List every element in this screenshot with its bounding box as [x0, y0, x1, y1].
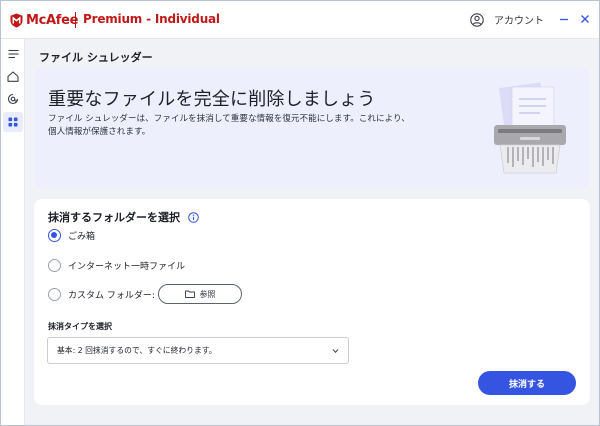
- home-icon: [7, 70, 19, 82]
- chevron-down-icon: [332, 349, 339, 354]
- option-temp-internet-files[interactable]: インターネット一時ファイル: [48, 259, 185, 272]
- mcafee-logo: McAfee: [10, 12, 79, 28]
- close-icon: [581, 15, 589, 23]
- option-temp-internet-files-label: インターネット一時ファイル: [68, 262, 186, 272]
- browse-button[interactable]: 参照: [158, 284, 242, 304]
- app-window: McAfee Premium - Individual アカウント ファイル シ…: [0, 0, 600, 426]
- sidebar-item-home[interactable]: [3, 66, 23, 86]
- hero-heading: 重要なファイルを完全に削除しましょう: [48, 89, 376, 110]
- folder-select-title: 抹消するフォルダーを選択: [48, 209, 199, 225]
- close-button[interactable]: [576, 10, 594, 28]
- folder-select-title-text: 抹消するフォルダーを選択: [48, 211, 180, 224]
- privacy-icon: [7, 93, 19, 105]
- apps-grid-icon: [8, 117, 18, 127]
- product-name: Premium - Individual: [83, 12, 220, 26]
- hero-banner: 重要なファイルを完全に削除しましょう ファイル シュレッダーは、ファイルを抹消し…: [34, 67, 590, 189]
- brand-name: McAfee: [26, 12, 79, 28]
- shield-logo-icon: [10, 13, 23, 27]
- shred-type-value: 基本: 2 回抹消するので、すぐに終わります。: [57, 346, 217, 355]
- minimize-button[interactable]: [555, 10, 573, 28]
- shred-type-label: 抹消タイプを選択: [48, 322, 112, 331]
- option-custom-folder[interactable]: カスタム フォルダー:: [48, 288, 155, 301]
- sidebar-item-privacy[interactable]: [3, 89, 23, 109]
- radio-custom-folder[interactable]: [48, 288, 61, 301]
- menu-icon: [8, 49, 18, 59]
- shred-button[interactable]: 抹消する: [478, 371, 576, 395]
- minimize-icon: [560, 18, 568, 21]
- shred-options-card: 抹消するフォルダーを選択 ごみ箱 インターネット一時ファイル カスタム フォルダ…: [34, 199, 590, 405]
- info-icon[interactable]: [188, 211, 199, 223]
- account-label: アカウント: [494, 16, 544, 27]
- folder-icon: [184, 290, 195, 298]
- sidebar-item-apps[interactable]: [3, 112, 23, 132]
- sidebar-item-menu[interactable]: [3, 44, 23, 64]
- title-bar: McAfee Premium - Individual アカウント: [1, 1, 599, 39]
- sidebar: [1, 39, 25, 425]
- page-title: ファイル シュレッダー: [39, 51, 153, 64]
- hero-description: ファイル シュレッダーは、ファイルを抹消して重要な情報を復元不能にします。これに…: [48, 114, 410, 137]
- radio-temp-internet-files[interactable]: [48, 259, 61, 272]
- radio-recycle-bin[interactable]: [48, 229, 61, 242]
- option-recycle-bin[interactable]: ごみ箱: [48, 229, 95, 242]
- browse-button-label: 参照: [199, 289, 216, 299]
- shred-type-select[interactable]: 基本: 2 回抹消するので、すぐに終わります。: [47, 337, 349, 364]
- option-recycle-bin-label: ごみ箱: [68, 232, 96, 242]
- shredder-illustration-icon: [494, 82, 566, 174]
- account-button[interactable]: アカウント: [470, 12, 544, 27]
- account-icon: [470, 12, 484, 27]
- option-custom-folder-label: カスタム フォルダー:: [68, 291, 155, 301]
- title-divider: [75, 12, 76, 28]
